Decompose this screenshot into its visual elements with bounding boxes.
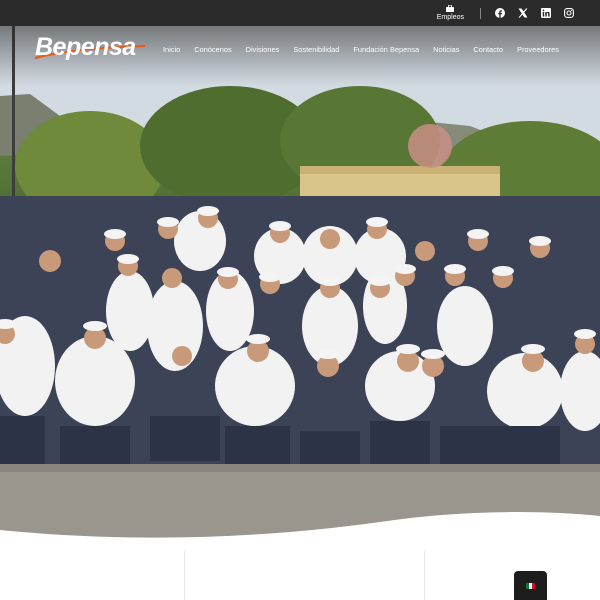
- briefcase-icon: [446, 5, 455, 12]
- x-link[interactable]: [518, 8, 528, 18]
- linkedin-link[interactable]: [541, 8, 551, 18]
- nav-item-proveedores[interactable]: Proveedores: [517, 45, 559, 54]
- social-links: [495, 8, 574, 18]
- language-switcher[interactable]: [514, 571, 547, 600]
- bepensa-logo[interactable]: Bepensa: [33, 34, 149, 62]
- nav-item-fundacion[interactable]: Fundación Bepensa: [353, 45, 419, 54]
- nav-item-sostenibilidad[interactable]: Sostenibilidad: [293, 45, 339, 54]
- column-divider: [184, 551, 185, 600]
- primary-nav: Inicio Conócenos Divisiones Sostenibilid…: [163, 45, 573, 54]
- nav-item-inicio[interactable]: Inicio: [163, 45, 180, 54]
- main-navbar: Bepensa Inicio Conócenos Divisiones Sost…: [0, 26, 600, 72]
- facebook-icon: [495, 8, 505, 18]
- facebook-link[interactable]: [495, 8, 505, 18]
- nav-item-noticias[interactable]: Noticias: [433, 45, 459, 54]
- logo-text: Bepensa: [35, 34, 136, 61]
- nav-item-divisiones[interactable]: Divisiones: [246, 45, 280, 54]
- x-icon: [518, 8, 528, 18]
- top-utility-bar: Empleos: [0, 0, 600, 26]
- topbar-divider: [480, 7, 481, 19]
- nav-item-conocenos[interactable]: Conócenos: [194, 45, 231, 54]
- instagram-link[interactable]: [564, 8, 574, 18]
- jobs-label: Empleos: [436, 14, 464, 21]
- linkedin-icon: [541, 8, 551, 18]
- column-divider: [424, 551, 425, 600]
- instagram-icon: [564, 8, 574, 18]
- jobs-link[interactable]: Empleos: [437, 5, 464, 21]
- nav-item-contacto[interactable]: Contacto: [473, 45, 503, 54]
- content-section: [0, 545, 600, 600]
- mexico-flag-icon: [526, 582, 535, 589]
